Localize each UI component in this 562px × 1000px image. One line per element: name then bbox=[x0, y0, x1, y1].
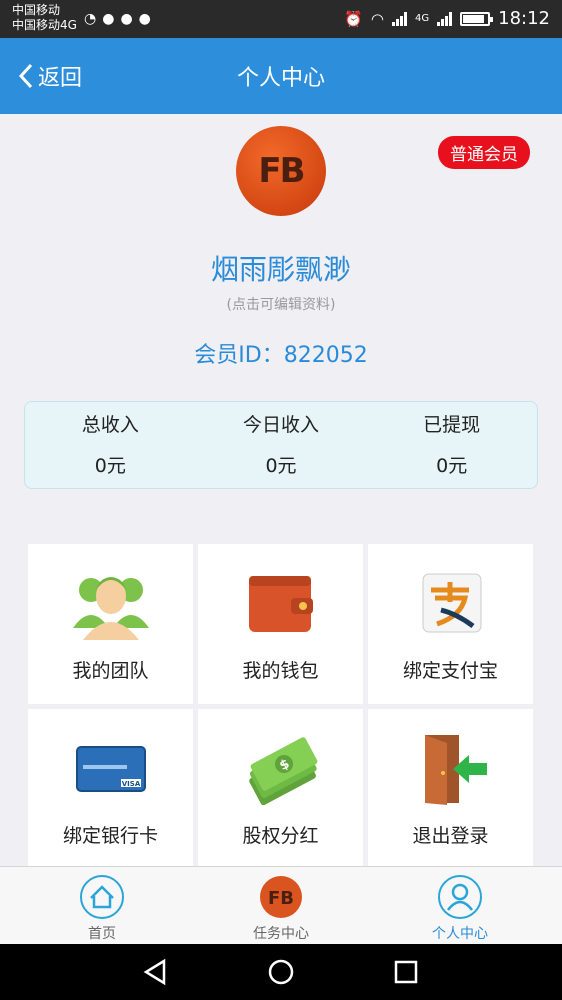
stat-value: 0元 bbox=[265, 455, 297, 477]
avatar-text: FB bbox=[258, 151, 305, 191]
home-icon bbox=[78, 873, 126, 921]
menu-my-team[interactable]: 我的团队 bbox=[28, 544, 193, 704]
carrier-line-1: 中国移动 bbox=[12, 3, 61, 17]
stat-today-income: 今日收入 0元 bbox=[196, 402, 367, 488]
app-header: 返回 个人中心 bbox=[0, 38, 562, 114]
back-triangle-icon[interactable] bbox=[142, 958, 170, 986]
stat-label: 已提现 bbox=[423, 414, 481, 436]
menu-label: 我的团队 bbox=[72, 660, 149, 682]
page-title: 个人中心 bbox=[236, 66, 325, 91]
stat-value: 0元 bbox=[436, 455, 468, 477]
avatar[interactable]: FB bbox=[236, 126, 326, 216]
money-icon: $ bbox=[243, 733, 319, 805]
svg-text:FB: FB bbox=[268, 888, 294, 909]
menu-label: 我的钱包 bbox=[242, 660, 319, 682]
user-icon bbox=[436, 873, 484, 921]
status-right: ⏰ ◠ 4G 18:12 bbox=[344, 8, 550, 29]
nickname[interactable]: 烟雨彫飘渺 bbox=[0, 248, 562, 288]
menu-bind-alipay[interactable]: 绑定支付宝 bbox=[368, 544, 533, 704]
tab-home[interactable]: 首页 bbox=[42, 867, 162, 945]
income-stats: 总收入 0元 今日收入 0元 已提现 0元 bbox=[24, 401, 538, 489]
wallet-icon bbox=[243, 568, 319, 640]
tab-personal-center[interactable]: 个人中心 bbox=[400, 867, 520, 945]
menu-label: 退出登录 bbox=[412, 825, 489, 847]
stat-total-income: 总收入 0元 bbox=[25, 402, 196, 488]
system-nav-bar bbox=[0, 944, 562, 1000]
alarm-icon: ⏰ bbox=[344, 9, 363, 28]
member-id: 会员ID：822052 bbox=[194, 343, 368, 368]
recents-square-icon[interactable] bbox=[392, 958, 420, 986]
signal-icon-2 bbox=[437, 11, 453, 26]
menu-label: 绑定银行卡 bbox=[62, 825, 158, 847]
wechat-icon: ● bbox=[120, 11, 133, 27]
menu-bind-bank-card[interactable]: VISA 绑定银行卡 bbox=[28, 709, 193, 869]
carrier-info: 中国移动 中国移动4G bbox=[12, 3, 77, 33]
tab-label: 个人中心 bbox=[432, 926, 488, 942]
stat-label: 总收入 bbox=[81, 414, 139, 436]
svg-text:VISA: VISA bbox=[121, 780, 140, 788]
team-icon bbox=[72, 568, 149, 640]
tab-label: 任务中心 bbox=[253, 926, 309, 942]
menu-my-wallet[interactable]: 我的钱包 bbox=[198, 544, 363, 704]
tab-task-center[interactable]: FB 任务中心 bbox=[221, 867, 341, 945]
menu-equity-dividend[interactable]: $ 股权分红 bbox=[198, 709, 363, 869]
membership-badge: 普通会员 bbox=[438, 136, 530, 169]
clock: 18:12 bbox=[498, 8, 550, 29]
stat-label: 今日收入 bbox=[243, 414, 320, 436]
bank-card-icon: VISA bbox=[73, 733, 149, 805]
wechat-icon: ● bbox=[138, 11, 151, 27]
wechat-icon: ● bbox=[102, 11, 115, 27]
status-bar: 中国移动 中国移动4G ◔ ● ● ● ⏰ ◠ 4G 18:12 bbox=[0, 0, 562, 38]
menu-label: 股权分红 bbox=[242, 825, 319, 847]
home-circle-icon[interactable] bbox=[267, 958, 295, 986]
menu-label: 绑定支付宝 bbox=[402, 660, 498, 682]
menu-logout[interactable]: 退出登录 bbox=[368, 709, 533, 869]
logout-door-icon bbox=[413, 733, 489, 805]
notification-icons: ◔ ● ● ● bbox=[84, 11, 151, 27]
edit-profile-hint[interactable]: (点击可编辑资料) bbox=[0, 294, 562, 314]
stat-withdrawn: 已提现 0元 bbox=[366, 402, 537, 488]
wifi-signal-icon: ◠ bbox=[370, 9, 384, 28]
tab-label: 首页 bbox=[88, 926, 116, 942]
signal-icon bbox=[392, 11, 407, 26]
carrier-line-2: 中国移动4G bbox=[12, 18, 77, 32]
battery-icon bbox=[460, 11, 494, 26]
alipay-icon bbox=[413, 568, 489, 640]
wifi-icon: ◔ bbox=[84, 11, 97, 27]
bottom-tab-bar: 首页 FB 任务中心 个人中心 bbox=[0, 866, 562, 944]
network-type: 4G bbox=[415, 13, 430, 24]
fb-logo-icon: FB bbox=[257, 873, 305, 921]
stat-value: 0元 bbox=[94, 455, 126, 477]
